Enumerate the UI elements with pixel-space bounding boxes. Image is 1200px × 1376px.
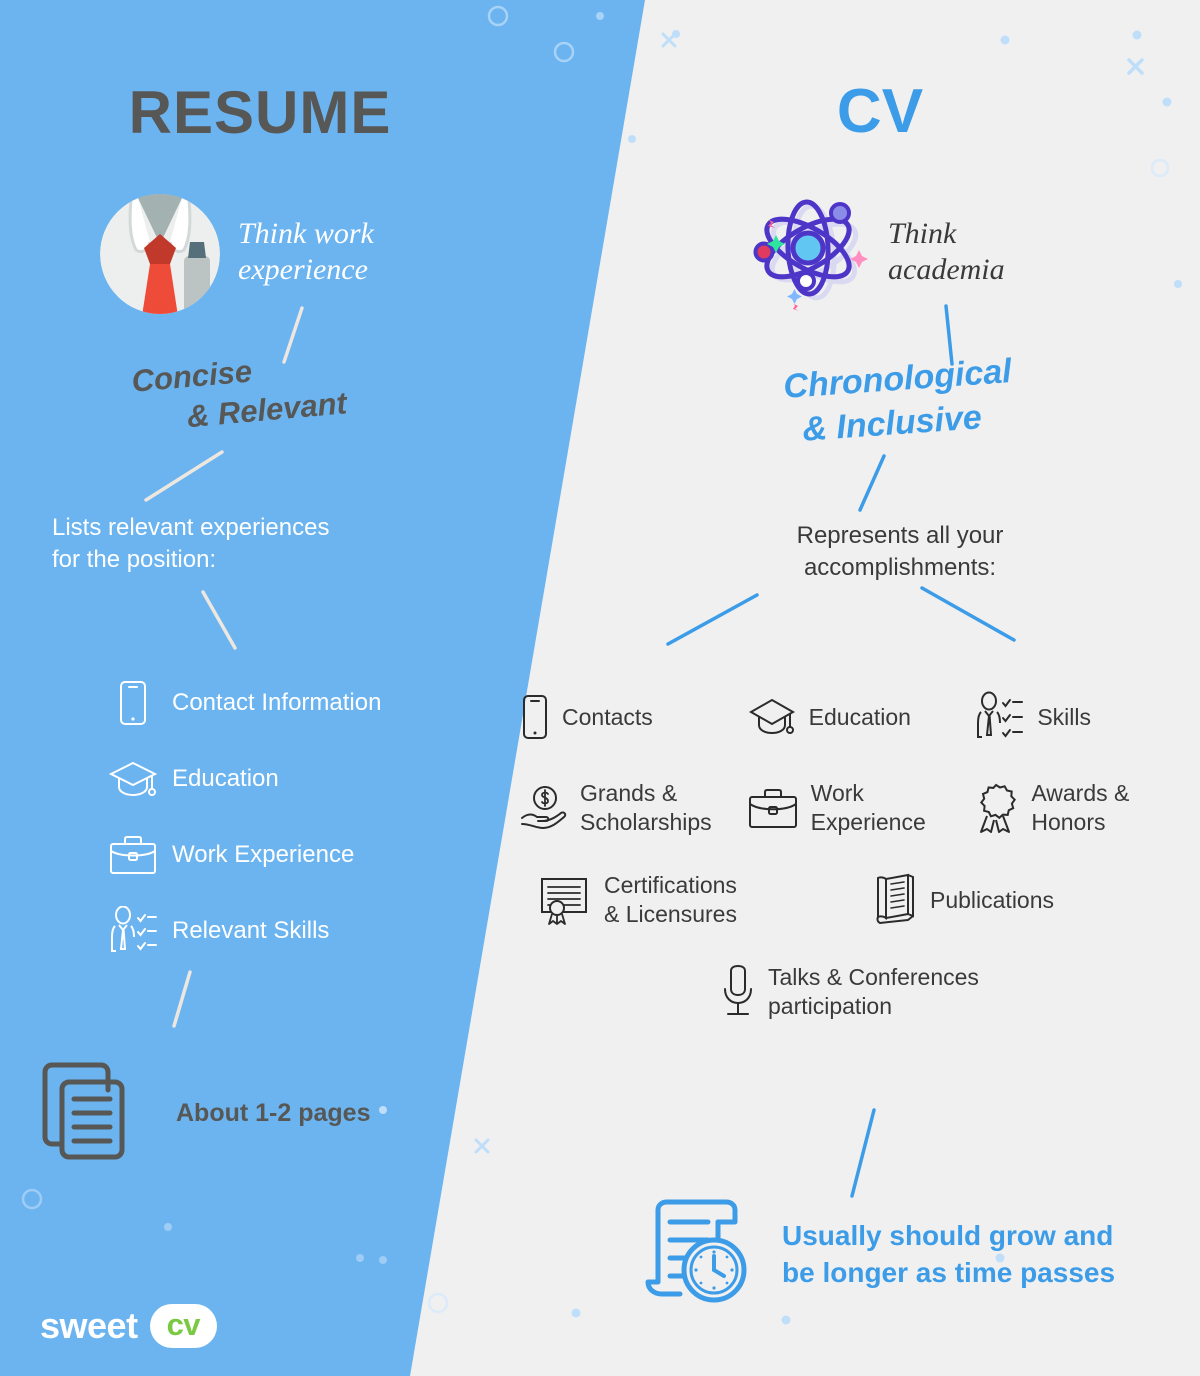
hand-coin-icon — [520, 784, 568, 832]
label-line1: Talks & Conferences — [768, 964, 979, 991]
label-line1: Grands & — [580, 780, 678, 807]
list-item-label: Work Experience — [172, 841, 355, 868]
list-item-label: Publications — [930, 886, 1055, 913]
award-rosette-icon — [973, 782, 1019, 834]
label-line2: & Licensures — [604, 901, 737, 927]
label-line2: Honors — [1031, 809, 1106, 835]
cv-tagline-line1: Think — [888, 217, 957, 250]
growth-line2: be longer as time passes — [782, 1256, 1116, 1288]
sweetcv-logo[interactable]: sweet cv — [40, 1304, 218, 1348]
list-item-label: Skills — [1037, 703, 1092, 730]
resume-length-label: About 1-2 pages — [176, 1099, 371, 1127]
list-item-label: Grands & Scholarships — [580, 779, 712, 837]
list-item: Publications — [868, 854, 1200, 946]
label-line1: Awards & — [1031, 780, 1130, 807]
list-item: Contact Information — [104, 665, 524, 741]
list-item: Talks & Conferences participation — [720, 946, 1120, 1038]
list-item-label: Education — [172, 765, 279, 792]
list-item: Education — [104, 741, 524, 817]
resume-tagline-line1: Think work — [238, 217, 374, 250]
cv-intro-line2: accomplishments: — [803, 554, 997, 582]
infographic-canvas: RESUME Think work experience Concise & R… — [0, 0, 1200, 1376]
cv-grid-row: Contacts Education Skills — [520, 672, 1200, 762]
list-item: Work Experience — [747, 762, 974, 854]
list-item: Skills — [973, 672, 1200, 762]
resume-intro-line2: for the position: — [52, 546, 217, 574]
mobile-phone-icon — [104, 680, 162, 726]
resume-section-list: Contact Information Education Work Exper… — [104, 665, 524, 969]
list-item: Certifications & Licensures — [536, 854, 868, 946]
list-item-label: Relevant Skills — [172, 917, 330, 944]
list-item-label: Contacts — [562, 703, 653, 730]
list-item-label: Certifications & Licensures — [604, 871, 737, 929]
cv-intro-line1: Represents all your — [796, 522, 1004, 549]
list-item: Relevant Skills — [104, 893, 524, 969]
briefcase-icon — [747, 786, 799, 830]
briefcase-icon — [104, 834, 162, 876]
resume-style-note: Concise & Relevant — [130, 338, 406, 441]
certificate-icon — [536, 874, 592, 926]
label-line2: Scholarships — [580, 809, 712, 835]
person-checklist-icon — [973, 691, 1025, 743]
label-line1: Certifications — [604, 872, 737, 899]
cv-grid-row: Talks & Conferences participation — [520, 946, 1200, 1038]
cv-growth-label: Usually should grow and be longer as tim… — [782, 1218, 1115, 1291]
cv-grid-row: Grands & Scholarships Work Experience Aw… — [520, 762, 1200, 854]
resume-intro-text: Lists relevant experiences for the posit… — [52, 512, 412, 577]
scroll-clock-icon — [640, 1198, 750, 1311]
resume-tagline-line2: experience — [238, 253, 368, 286]
list-item-label: Awards & Honors — [1031, 779, 1129, 837]
graduation-cap-icon — [747, 696, 797, 738]
list-item: Awards & Honors — [973, 762, 1200, 854]
microphone-icon — [720, 965, 756, 1019]
cv-tagline: Think academia — [888, 216, 1108, 288]
label-line2: Experience — [810, 809, 926, 835]
label-line2: participation — [768, 993, 893, 1019]
list-item: Education — [747, 672, 974, 762]
open-book-icon — [868, 872, 918, 928]
resume-intro-line1: Lists relevant experiences — [52, 514, 330, 541]
list-item: Work Experience — [104, 817, 524, 893]
page-title-resume: RESUME — [128, 79, 392, 146]
shirt-tie-icon — [100, 194, 220, 314]
resume-length-note: About 1-2 pages — [38, 1062, 370, 1165]
cv-intro-text: Represents all your accomplishments: — [740, 520, 1060, 585]
list-item: Grands & Scholarships — [520, 762, 747, 854]
list-item-label: Work Experience — [811, 779, 926, 837]
stacked-documents-icon — [38, 1062, 126, 1165]
person-checklist-icon — [104, 906, 162, 956]
cv-style-note: Chronological & Inclusive — [782, 344, 1107, 453]
cv-section-grid: Contacts Education Skills Grands & Schol… — [520, 672, 1200, 1038]
logo-word: sweet — [40, 1305, 138, 1346]
resume-tagline: Think work experience — [238, 216, 468, 288]
cv-column: CV Think academia Chronological & Inclus… — [480, 0, 1200, 1376]
list-item-label: Contact Information — [172, 689, 382, 716]
logo-pill: cv — [149, 1304, 218, 1348]
cv-grid-row: Certifications & Licensures Publications — [520, 854, 1200, 946]
list-item: Contacts — [520, 672, 747, 762]
list-item-label: Talks & Conferences participation — [768, 963, 979, 1021]
cv-growth-note: Usually should grow and be longer as tim… — [640, 1198, 1115, 1311]
label-line1: Work — [810, 780, 864, 807]
page-title-cv: CV — [836, 77, 924, 146]
growth-line1: Usually should grow and — [782, 1220, 1114, 1252]
mobile-phone-icon — [520, 694, 550, 740]
list-item-label: Education — [808, 703, 911, 730]
atom-icon — [753, 199, 868, 311]
graduation-cap-icon — [104, 759, 162, 799]
cv-tagline-line2: academia — [888, 253, 1005, 286]
